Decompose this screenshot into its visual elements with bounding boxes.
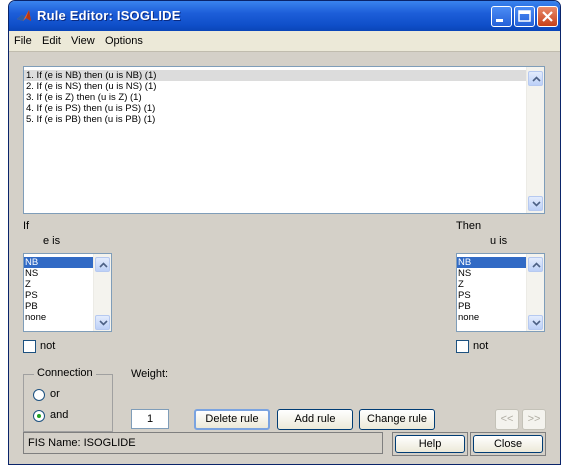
then-list-scrollbar[interactable]	[526, 254, 544, 331]
rules-listbox[interactable]: 1. If (e is NB) then (u is NB) (1) 2. If…	[23, 66, 545, 214]
chevron-down-icon	[99, 320, 108, 326]
list-item[interactable]: none	[24, 312, 94, 323]
if-not-label: not	[40, 340, 56, 352]
close-button[interactable]: Close	[473, 435, 543, 453]
or-radio-button[interactable]	[33, 389, 45, 401]
rule-editor-window: Rule Editor: ISOGLIDE File Edit View Opt…	[8, 0, 561, 465]
if-heading: If	[23, 220, 30, 232]
chevron-up-icon	[532, 76, 541, 82]
if-not-checkbox[interactable]	[23, 340, 36, 353]
list-item[interactable]: NB	[457, 257, 527, 268]
and-label: and	[50, 409, 69, 421]
help-button-frame: Help	[392, 432, 468, 456]
rule-editor-panel: 1. If (e is NB) then (u is NB) (1) 2. If…	[9, 52, 560, 464]
maximize-button[interactable]	[514, 6, 535, 27]
close-button-frame: Close	[470, 432, 546, 456]
list-item[interactable]: none	[457, 312, 527, 323]
rule-item[interactable]: 1. If (e is NB) then (u is NB) (1)	[24, 70, 527, 81]
connection-groupbox: Connection or and	[23, 367, 113, 432]
list-item[interactable]: NB	[24, 257, 94, 268]
maximize-icon	[518, 10, 531, 22]
weight-label: Weight:	[131, 368, 169, 380]
list-item[interactable]: PB	[24, 301, 94, 312]
list-item[interactable]: PS	[457, 290, 527, 301]
then-not-label: not	[473, 340, 489, 352]
then-membership-list[interactable]: NB NS Z PS PB none	[456, 253, 545, 332]
if-membership-list[interactable]: NB NS Z PS PB none	[23, 253, 112, 332]
chevron-up-icon	[99, 262, 108, 268]
next-rule-button[interactable]: >>	[522, 409, 546, 430]
matlab-logo-icon	[17, 10, 31, 21]
scroll-down-button[interactable]	[95, 315, 110, 330]
scroll-up-button[interactable]	[528, 257, 543, 272]
list-item[interactable]: Z	[24, 279, 94, 290]
minimize-button[interactable]	[491, 6, 512, 27]
delete-rule-button[interactable]: Delete rule	[194, 409, 270, 430]
chevron-down-icon	[532, 320, 541, 326]
menu-bar: File Edit View Options	[9, 31, 560, 52]
title-bar[interactable]: Rule Editor: ISOGLIDE	[9, 1, 560, 31]
chevron-down-icon	[532, 201, 541, 207]
chevron-up-icon	[532, 262, 541, 268]
previous-rule-button[interactable]: <<	[495, 409, 519, 430]
list-item[interactable]: Z	[457, 279, 527, 290]
rule-item[interactable]: 2. If (e is NS) then (u is NS) (1)	[24, 81, 527, 92]
then-not-checkbox[interactable]	[456, 340, 469, 353]
status-bar: FIS Name: ISOGLIDE	[23, 432, 383, 454]
list-item[interactable]: NS	[457, 268, 527, 279]
minimize-icon	[496, 19, 503, 22]
change-rule-button[interactable]: Change rule	[359, 409, 435, 430]
scroll-down-button[interactable]	[528, 315, 543, 330]
then-heading: Then	[456, 220, 482, 232]
radio-selected-dot	[37, 414, 41, 418]
list-item[interactable]: NS	[24, 268, 94, 279]
rules-scrollbar[interactable]	[526, 67, 544, 213]
close-window-button[interactable]	[537, 6, 558, 27]
list-item[interactable]: PB	[457, 301, 527, 312]
scroll-up-button[interactable]	[528, 71, 543, 86]
menu-file[interactable]: File	[14, 35, 32, 47]
menu-view[interactable]: View	[71, 35, 95, 47]
rule-item[interactable]: 3. If (e is Z) then (u is Z) (1)	[24, 92, 527, 103]
menu-options[interactable]: Options	[105, 35, 143, 47]
menu-edit[interactable]: Edit	[42, 35, 61, 47]
window-title: Rule Editor: ISOGLIDE	[37, 8, 181, 23]
weight-input[interactable]: 1	[131, 409, 169, 429]
output-variable-label: u is	[490, 235, 508, 247]
list-item[interactable]: PS	[24, 290, 94, 301]
scroll-up-button[interactable]	[95, 257, 110, 272]
connection-title: Connection	[34, 367, 96, 379]
help-button[interactable]: Help	[395, 435, 465, 453]
scroll-down-button[interactable]	[528, 196, 543, 211]
add-rule-button[interactable]: Add rule	[277, 409, 353, 430]
close-icon	[542, 11, 553, 22]
rule-item[interactable]: 5. If (e is PB) then (u is PB) (1)	[24, 114, 527, 125]
if-list-scrollbar[interactable]	[93, 254, 111, 331]
and-radio-button[interactable]	[33, 410, 45, 422]
or-label: or	[50, 388, 60, 400]
input-variable-label: e is	[43, 235, 61, 247]
rule-item[interactable]: 4. If (e is PS) then (u is PS) (1)	[24, 103, 527, 114]
